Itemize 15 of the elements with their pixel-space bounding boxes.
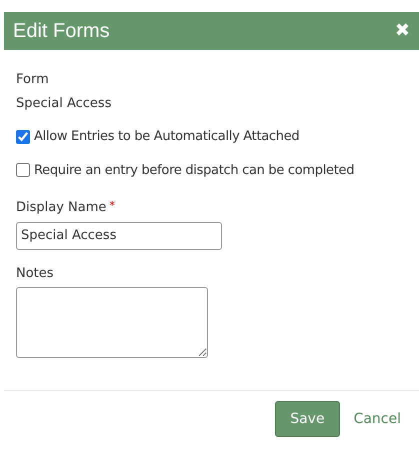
close-button[interactable]: ✖ <box>394 22 410 40</box>
required-mark: * <box>109 198 115 214</box>
checkbox[interactable] <box>16 130 30 144</box>
form-label: Form <box>16 71 50 89</box>
display-name-field[interactable]: Special Access <box>16 222 222 250</box>
cancel-button[interactable]: Cancel <box>350 408 405 430</box>
checkbox[interactable] <box>16 163 30 178</box>
notes-field[interactable] <box>16 287 208 358</box>
form-value: Special Access <box>16 94 112 112</box>
dialog-title: Edit Forms <box>13 19 110 44</box>
field-label: Notes <box>16 264 55 282</box>
checkbox-label: Allow Entries to be Automatically Attached <box>34 128 300 146</box>
checkbox-label: Require an entry before dispatch can be completed <box>34 162 354 180</box>
save-button[interactable]: Save <box>275 401 340 437</box>
field-label: Display Name <box>16 199 106 217</box>
